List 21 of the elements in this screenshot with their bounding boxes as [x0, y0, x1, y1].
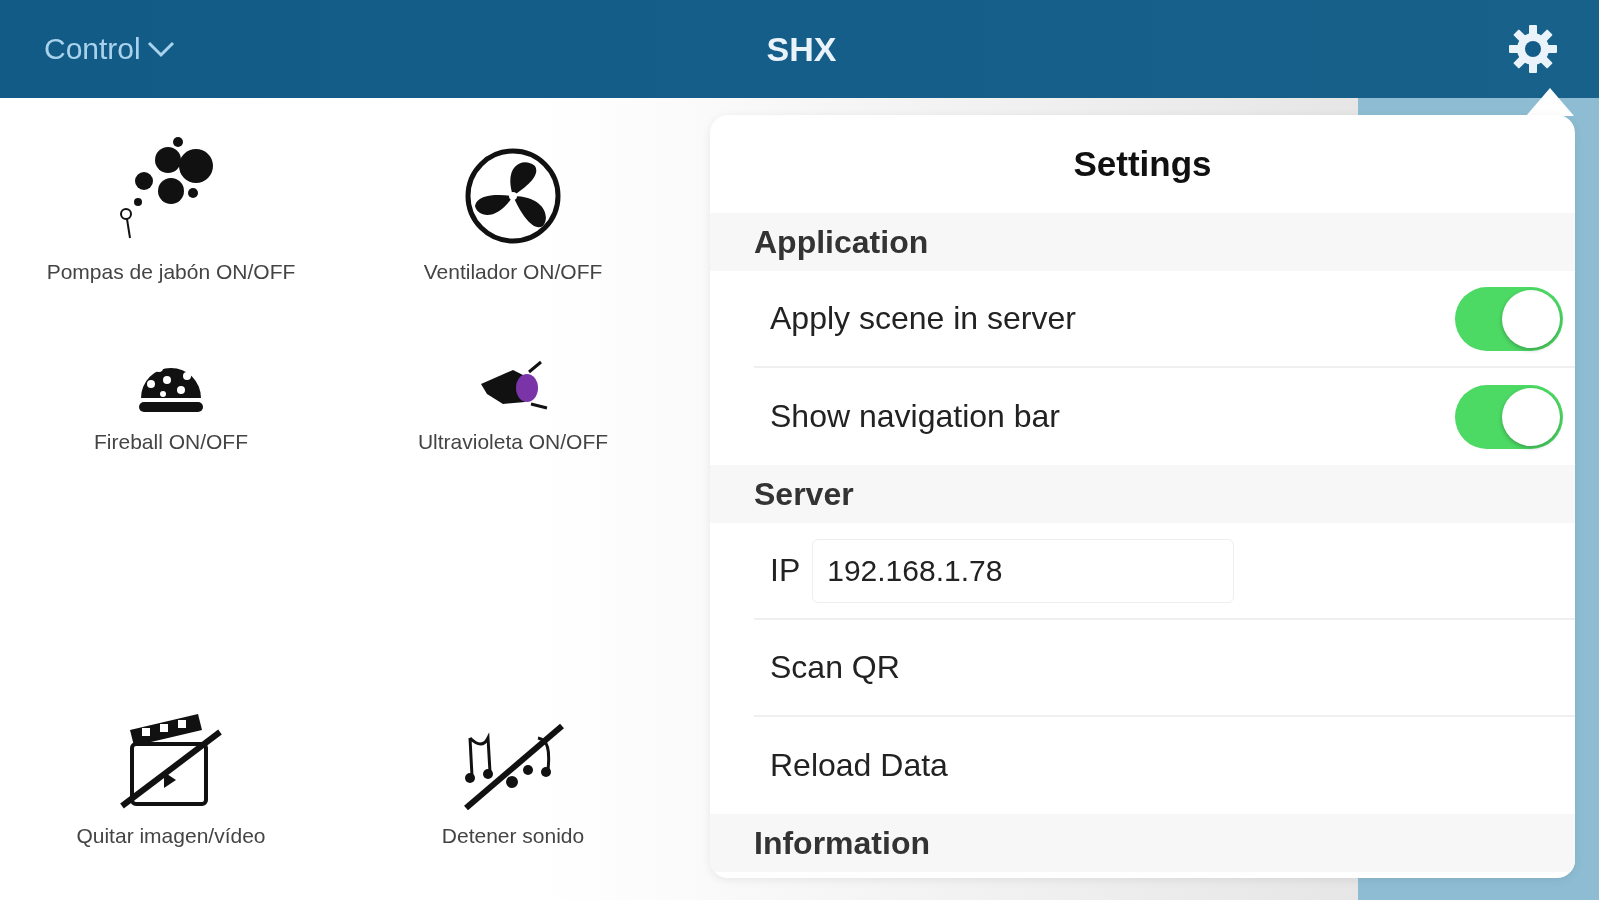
setting-label: Show navigation bar	[770, 398, 1061, 435]
tile-button[interactable]: Quitar imagen/vídeo	[0, 698, 342, 848]
fan-icon	[463, 146, 563, 246]
tile-button[interactable]: Fireball ON/OFF	[0, 304, 342, 454]
tile-button[interactable]: Detener sonido	[342, 698, 684, 848]
tile-button[interactable]: Ventilador ON/OFF	[342, 134, 684, 284]
popover-title: Settings	[1072, 143, 1213, 185]
action-item[interactable]: Scan QR	[770, 649, 900, 686]
setting-label: Apply scene in server	[770, 300, 1077, 337]
section-header: Application	[710, 213, 1575, 271]
tile-button[interactable]: Ultravioleta ON/OFF	[342, 304, 684, 454]
settings-icon[interactable]	[1507, 23, 1559, 75]
section-header: Information	[710, 814, 1575, 872]
chevron-down-icon	[146, 40, 175, 58]
ip-field[interactable]: 192.168.1.78	[812, 538, 1235, 603]
action-item[interactable]: Reload Data	[770, 747, 948, 784]
tile-button[interactable]: Pompas de jabón ON/OFF	[0, 134, 342, 284]
control-menu[interactable]: Control	[44, 32, 175, 66]
app-title: SHX	[766, 29, 837, 69]
field-label: IP	[770, 552, 801, 589]
section-header: Server	[710, 465, 1575, 523]
